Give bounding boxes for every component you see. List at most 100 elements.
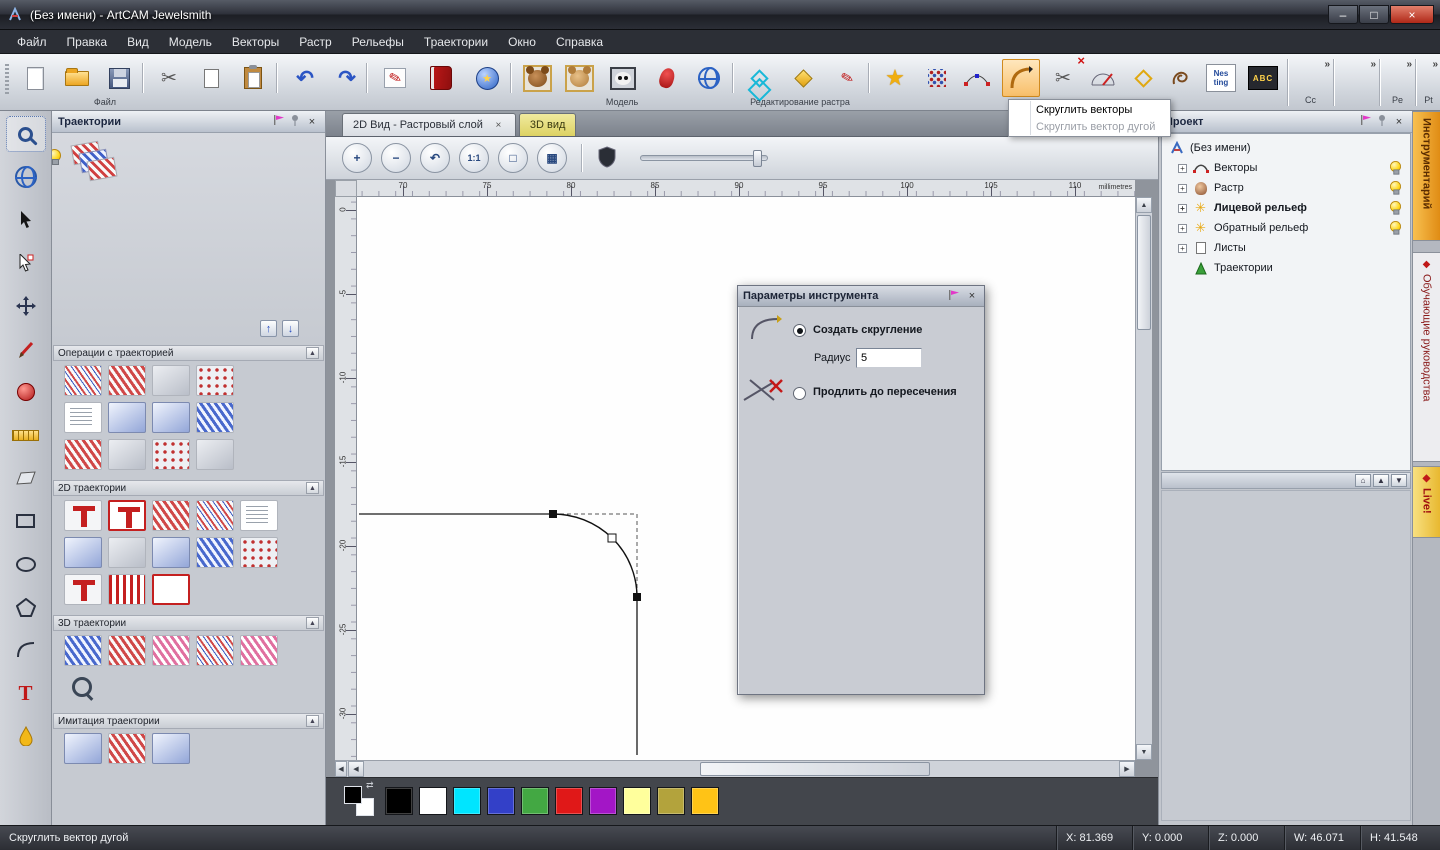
tree-row[interactable]: + Векторы (1162, 158, 1410, 178)
arc-tool-icon[interactable] (6, 632, 46, 668)
copy-icon[interactable] (192, 59, 230, 97)
tab-assistant[interactable]: Инструментарий (1413, 111, 1440, 241)
minimize-button[interactable]: – (1328, 5, 1358, 24)
scroll-up-icon[interactable]: ▲ (1136, 197, 1152, 213)
zoom-slider-handle[interactable] (753, 150, 762, 167)
toolpath-icon[interactable] (108, 500, 146, 531)
palette-swatch[interactable] (589, 787, 617, 815)
tab-live[interactable]: ◆ Live! (1413, 466, 1440, 538)
close-button[interactable]: × (1390, 5, 1434, 24)
toolpath-icon[interactable] (152, 574, 190, 605)
toolpath-icon[interactable] (152, 402, 190, 433)
toolpath-icon[interactable] (240, 537, 278, 568)
tab-3d-view[interactable]: 3D вид (518, 113, 577, 136)
menu-item-fillet-arc[interactable]: Скруглить вектор дугой (1009, 118, 1170, 135)
trim-vectors-icon[interactable]: ✂ × (1044, 53, 1085, 97)
section-toolpath-operations[interactable]: Операции с траекторией ▲ (53, 345, 324, 361)
collapsed-toolbar[interactable]: » Pe (1380, 59, 1414, 106)
toolpath-icon[interactable] (240, 635, 278, 666)
tool-settings-dialog[interactable]: Параметры инструмента × Создать скруглен… (737, 285, 985, 695)
toolpath-icon[interactable] (108, 365, 146, 396)
toolpath-icon[interactable] (196, 439, 234, 470)
toolpath-icon[interactable] (64, 500, 102, 531)
overflow-chevron-icon[interactable]: » (1324, 59, 1330, 70)
up-icon[interactable]: ▲ (1373, 474, 1389, 487)
draw-shape-icon[interactable]: ✎ (828, 59, 866, 97)
palette-swatch[interactable] (623, 787, 651, 815)
bulb-on-icon[interactable] (1389, 160, 1402, 175)
home-icon[interactable]: ⌂ (1355, 474, 1371, 487)
draw-pencil-icon[interactable] (6, 331, 46, 367)
menu-item-fillet-vectors[interactable]: Скруглить векторы (1009, 101, 1170, 118)
tree-row[interactable]: + ✳ Лицевой рельеф (1162, 198, 1410, 218)
tab-2d-view[interactable]: 2D Вид - Растровый слой × (342, 113, 516, 136)
undo-icon[interactable]: ↶ (286, 59, 324, 97)
expand-icon[interactable]: + (1178, 203, 1187, 213)
toolpath-icon[interactable] (108, 635, 146, 666)
toolpath-icon[interactable] (196, 635, 234, 666)
toolpath-icon[interactable] (64, 635, 102, 666)
model-panda-icon[interactable] (604, 59, 642, 97)
section-3d-toolpaths[interactable]: 3D траектории ▲ (53, 615, 324, 631)
project-panel-header[interactable]: Проект × (1159, 111, 1412, 133)
title-bar[interactable]: (Без имени) - ArtCAM Jewelsmith – □ × (0, 0, 1440, 30)
polyline-tool-icon[interactable] (6, 460, 46, 496)
palette-swatch[interactable] (691, 787, 719, 815)
palette-swatch[interactable] (419, 787, 447, 815)
measure-ruler-icon[interactable] (6, 417, 46, 453)
palette-swatch[interactable] (555, 787, 583, 815)
scroll-down-icon[interactable]: ▼ (1136, 744, 1152, 760)
toolpath-icon[interactable] (108, 733, 146, 764)
shape-editor-icon[interactable] (740, 59, 778, 97)
dialog-close-icon[interactable]: × (965, 290, 979, 302)
collapsed-toolbar[interactable]: » Pt (1416, 59, 1440, 106)
swap-colors-icon[interactable]: ⇄ (366, 780, 374, 791)
menu-toolpaths[interactable]: Траектории (415, 32, 497, 52)
help-book-icon[interactable] (422, 59, 460, 97)
zoom-out-icon[interactable]: − (381, 143, 411, 173)
scrollbar-thumb[interactable] (1137, 215, 1151, 330)
star-vector-icon[interactable]: ★ (876, 59, 914, 97)
pin-icon[interactable] (1377, 114, 1387, 129)
node-editing-icon[interactable] (958, 59, 996, 97)
ellipse-tool-icon[interactable] (6, 546, 46, 582)
collapse-section-icon[interactable]: ▲ (306, 347, 319, 359)
zoom-1to1-icon[interactable]: 1:1 (459, 143, 489, 173)
palette-swatch[interactable] (521, 787, 549, 815)
pan-globe-icon[interactable] (6, 159, 46, 195)
toolpath-icon[interactable] (64, 402, 102, 433)
flag-icon[interactable] (273, 114, 285, 129)
overflow-chevron-icon[interactable]: » (1406, 59, 1412, 70)
redo-icon[interactable]: ↷ (328, 59, 366, 97)
expand-icon[interactable]: + (1178, 163, 1187, 173)
cut-icon[interactable]: ✂ (150, 59, 188, 97)
menu-view[interactable]: Вид (118, 32, 158, 52)
toolpath-icon[interactable] (108, 574, 146, 605)
rectangle-tool-icon[interactable] (6, 503, 46, 539)
snap-dots-icon[interactable] (918, 59, 956, 97)
maximize-button[interactable]: □ (1359, 5, 1389, 24)
paste-icon[interactable] (234, 59, 272, 97)
collapsed-toolbar[interactable]: » (1334, 59, 1378, 106)
polygon-tool-icon[interactable] (6, 589, 46, 625)
offset-vector-icon[interactable] (1124, 59, 1162, 97)
zoom-slider[interactable] (640, 150, 768, 167)
toolpaths-panel-header[interactable]: Траектории × (52, 111, 325, 133)
horizontal-scrollbar[interactable]: ◀ ◀ ▶ (335, 760, 1135, 777)
expand-icon[interactable]: + (1178, 183, 1187, 193)
menu-help[interactable]: Справка (547, 32, 612, 52)
toolpath-icon[interactable] (64, 439, 102, 470)
flag-icon[interactable] (948, 289, 960, 304)
toolpath-icon[interactable] (196, 500, 234, 531)
wizard-icon[interactable]: ★ (468, 59, 506, 97)
toolpath-icon[interactable] (196, 537, 234, 568)
menu-raster[interactable]: Растр (290, 32, 340, 52)
toolpath-icon[interactable] (108, 439, 146, 470)
toolpath-icon[interactable] (152, 635, 190, 666)
menu-edit[interactable]: Правка (58, 32, 117, 52)
collapse-section-icon[interactable]: ▲ (306, 617, 319, 629)
text-tool-icon[interactable]: T (6, 675, 46, 711)
toolpath-icon[interactable] (64, 733, 102, 764)
scroll-left-icon[interactable]: ◀ (348, 761, 364, 777)
tree-row[interactable]: + Растр (1162, 178, 1410, 198)
